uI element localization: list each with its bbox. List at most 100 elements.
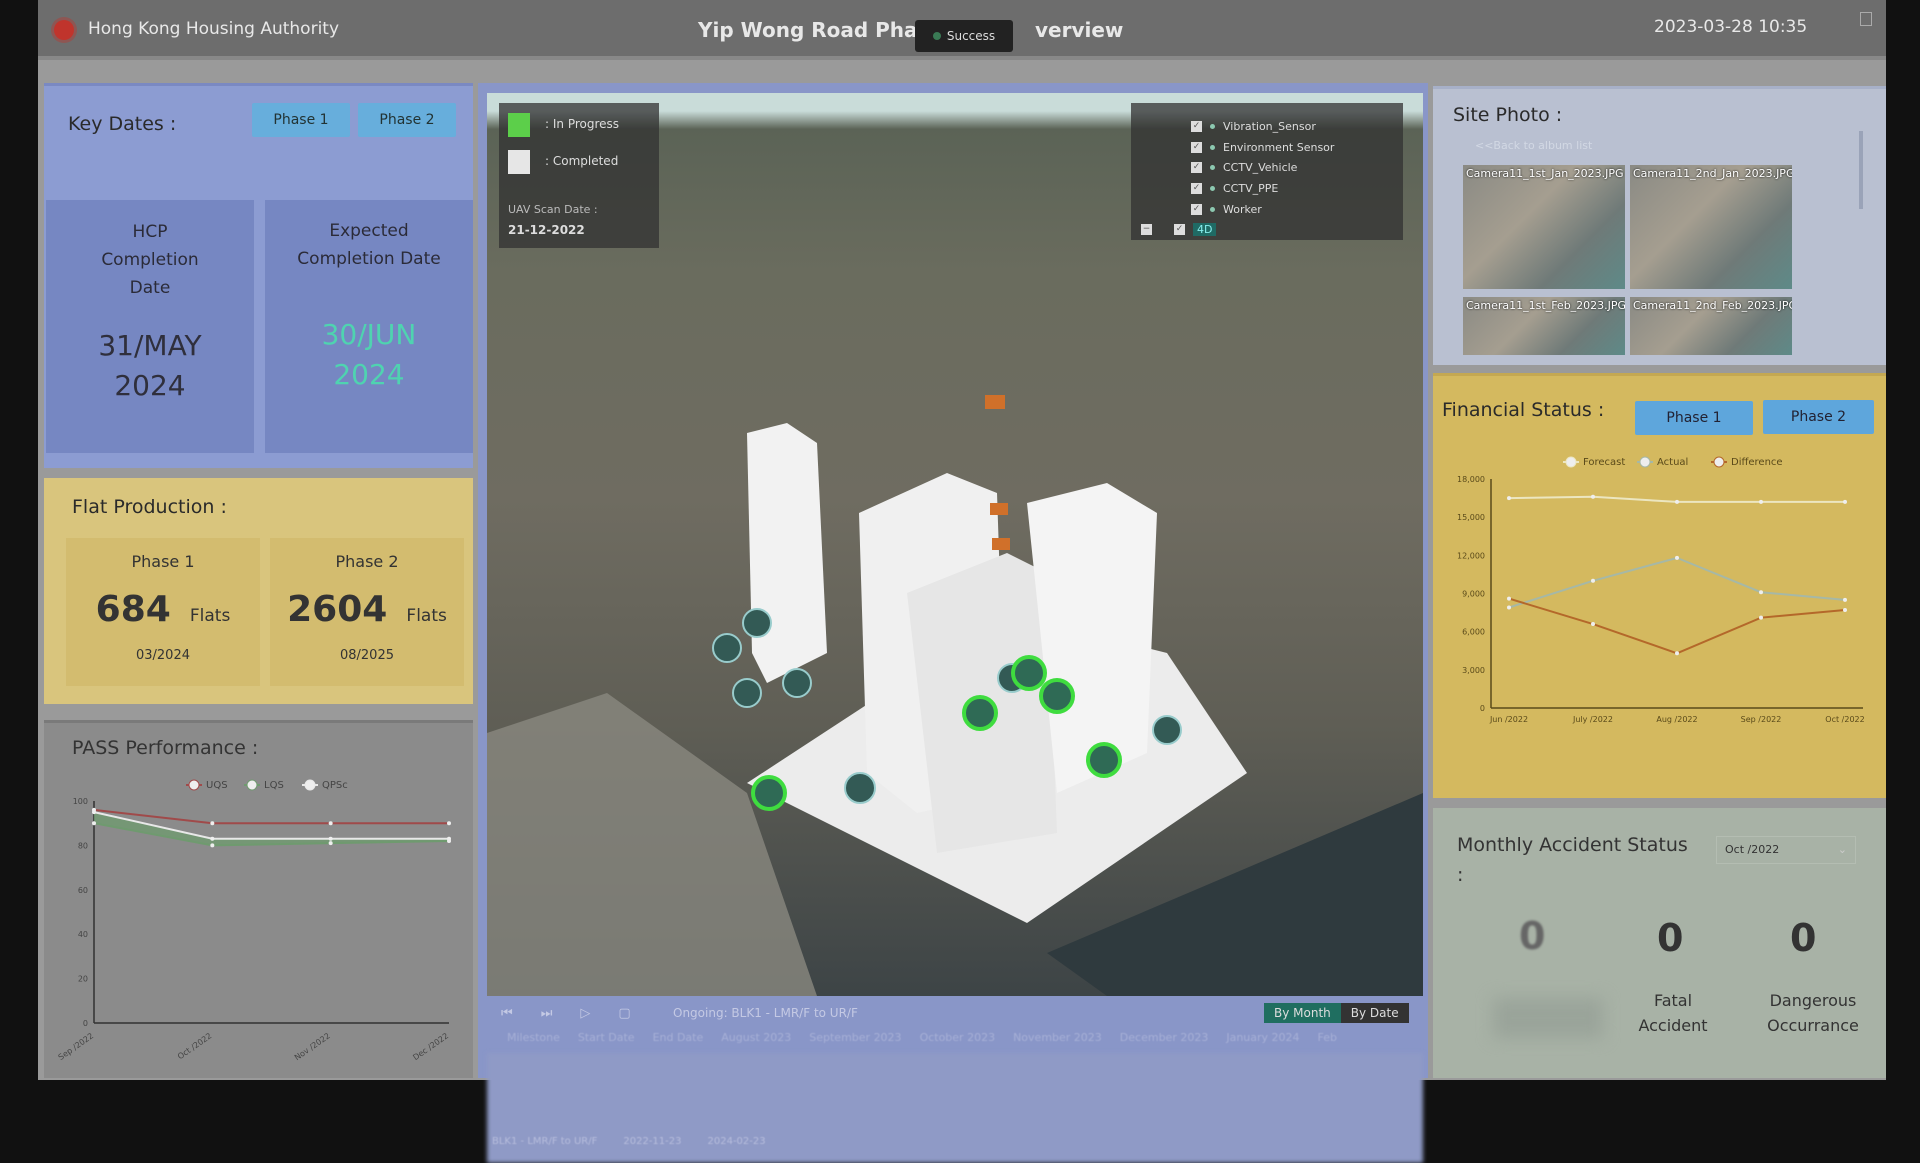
data-point xyxy=(1591,578,1595,583)
checkbox[interactable]: ✓ xyxy=(1191,162,1202,173)
x-tick-label: July /2022 xyxy=(1572,715,1613,724)
worker-marker-icon[interactable] xyxy=(751,775,787,811)
gantt-col: August 2023 xyxy=(721,1031,792,1044)
warning-marker-icon[interactable] xyxy=(990,503,1008,515)
checkbox[interactable]: ✓ xyxy=(1191,183,1202,194)
financial-tab-phase1[interactable]: Phase 1 xyxy=(1635,401,1753,435)
financial-status-panel: Financial Status : Phase 1 Phase 2 0 3,00… xyxy=(1433,373,1886,798)
back-to-album-link[interactable]: <<Back to album list xyxy=(1475,139,1592,152)
scrollbar[interactable] xyxy=(1859,131,1863,209)
worker-marker-icon[interactable] xyxy=(1011,655,1047,691)
fast-forward-icon[interactable]: ⏭ xyxy=(541,1006,553,1021)
flat-unit: Flats xyxy=(189,606,231,626)
hcp-date-year: 2024 xyxy=(114,369,186,402)
dangerous-occurrence-label: Dangerous Occurrance xyxy=(1767,991,1859,1035)
data-point xyxy=(328,836,333,841)
layer-dot-icon xyxy=(1210,165,1215,170)
sensor-marker-icon[interactable] xyxy=(742,608,772,638)
layer-4d[interactable]: − ✓ 4D xyxy=(1141,223,1217,236)
key-dates-panel: Key Dates : Phase 1 Phase 2 HCP Completi… xyxy=(44,83,473,468)
gantt-row-name: BLK1 - LMR/F to UR/F xyxy=(492,1136,598,1147)
gantt-col: October 2023 xyxy=(919,1031,996,1044)
worker-marker-icon[interactable] xyxy=(1086,742,1122,778)
dangerous-occurrence-count: 0 xyxy=(1790,916,1817,960)
y-tick-label: 0 xyxy=(1480,704,1485,713)
sensor-marker-icon[interactable] xyxy=(1152,715,1182,745)
y-tick-label: 0 xyxy=(83,1019,88,1028)
title-left: Yip Wong Road Phase xyxy=(698,18,943,42)
sensor-marker-icon[interactable] xyxy=(782,668,812,698)
toast-text: Success xyxy=(946,29,996,43)
accident-title-colon: : xyxy=(1457,864,1464,886)
photo-filename: Camera11_2nd_Jan_2023.JPG xyxy=(1633,167,1792,180)
expected-date-year: 2024 xyxy=(333,358,405,391)
data-point xyxy=(1675,499,1679,504)
success-icon xyxy=(932,32,941,40)
site-photo-thumb[interactable]: Camera11_2nd_Jan_2023.JPG xyxy=(1630,165,1792,289)
data-point xyxy=(328,821,333,826)
warning-marker-icon[interactable] xyxy=(985,395,1005,409)
layer-vibration-sensor[interactable]: ✓ Vibration_Sensor xyxy=(1191,120,1316,133)
data-point xyxy=(92,810,96,815)
checkbox[interactable]: ✓ xyxy=(1191,121,1202,132)
by-month-button[interactable]: By Month xyxy=(1264,1003,1341,1023)
gantt-row[interactable]: BLK1 - LMR/F to UR/F 2022-11-23 2024-02-23 xyxy=(492,1136,766,1147)
phase1-flat-card: Phase 1 684 Flats 03/2024 xyxy=(66,538,260,686)
collapse-toggle[interactable]: − xyxy=(1141,224,1152,235)
x-tick-label: Jun /2022 xyxy=(1489,715,1528,724)
by-date-button[interactable]: By Date xyxy=(1340,1003,1409,1023)
x-tick-label: Nov /2022 xyxy=(293,1031,332,1062)
gantt-col: November 2023 xyxy=(1013,1031,1102,1044)
hcp-label: HCP Completion Date xyxy=(101,222,199,298)
layer-cctv-ppe[interactable]: ✓ CCTV_PPE xyxy=(1191,182,1278,195)
worker-marker-icon[interactable] xyxy=(962,695,998,731)
3d-site-map[interactable]: : In Progress : Completed UAV Scan Date … xyxy=(487,93,1423,996)
data-point xyxy=(1843,597,1847,602)
x-tick-label: Sep /2022 xyxy=(57,1031,95,1062)
pass-title: PASS Performance : xyxy=(72,737,259,759)
area-base xyxy=(94,823,449,1023)
site-photo-thumb[interactable]: Camera11_1st_Feb_2023.JPG xyxy=(1463,297,1625,355)
y-tick-label: 60 xyxy=(78,886,88,895)
phase2-flat-card: Phase 2 2604 Flats 08/2025 xyxy=(270,538,464,686)
gantt-col: January 2024 xyxy=(1226,1031,1300,1044)
site-photo-panel: Site Photo : <<Back to album list Camera… xyxy=(1433,86,1886,365)
key-dates-tab-phase1[interactable]: Phase 1 xyxy=(252,103,350,137)
warning-marker-icon[interactable] xyxy=(992,538,1010,550)
worker-marker-icon[interactable] xyxy=(1039,678,1075,714)
sensor-marker-icon[interactable] xyxy=(732,678,762,708)
window-button[interactable] xyxy=(1860,12,1872,26)
play-icon[interactable]: ▷ xyxy=(580,1006,590,1021)
layer-dot-icon xyxy=(1210,186,1215,191)
completed-swatch xyxy=(508,150,530,174)
layer-environment-sensor[interactable]: ✓ Environment Sensor xyxy=(1191,141,1334,154)
data-point xyxy=(1675,555,1679,560)
month-select[interactable]: Oct /2022 ⌄ xyxy=(1716,836,1856,864)
site-photo-thumb[interactable]: Camera11_2nd_Feb_2023.JPG xyxy=(1630,297,1792,355)
data-point xyxy=(1843,608,1847,613)
layer-label: Environment Sensor xyxy=(1223,141,1335,154)
sensor-marker-icon[interactable] xyxy=(844,772,876,804)
rewind-icon[interactable]: ⏮ xyxy=(501,1006,513,1021)
layer-dot-icon xyxy=(1210,124,1215,129)
gantt-col: September 2023 xyxy=(809,1031,902,1044)
data-point xyxy=(210,836,215,841)
layer-cctv-vehicle[interactable]: ✓ CCTV_Vehicle xyxy=(1191,161,1297,174)
legend-label: QPSc xyxy=(322,780,348,791)
success-toast: Success xyxy=(915,20,1013,52)
accident-label-blurred xyxy=(1493,998,1603,1038)
layer-label: 4D xyxy=(1193,223,1217,236)
checkbox[interactable]: ✓ xyxy=(1174,224,1185,235)
legend-label: Actual xyxy=(1657,457,1688,468)
stop-icon[interactable]: ▢ xyxy=(618,1006,630,1021)
expected-label: Expected Completion Date xyxy=(297,221,441,269)
checkbox[interactable]: ✓ xyxy=(1191,204,1202,215)
site-photo-thumb[interactable]: Camera11_1st_Jan_2023.JPG xyxy=(1463,165,1625,289)
checkbox[interactable]: ✓ xyxy=(1191,142,1202,153)
layer-worker[interactable]: ✓ Worker xyxy=(1191,203,1262,216)
financial-tab-phase2[interactable]: Phase 2 xyxy=(1763,400,1874,434)
sensor-marker-icon[interactable] xyxy=(712,633,742,663)
y-tick-label: 6,000 xyxy=(1462,628,1485,637)
key-dates-tab-phase2[interactable]: Phase 2 xyxy=(358,103,456,137)
housing-authority-logo-icon xyxy=(54,20,74,40)
